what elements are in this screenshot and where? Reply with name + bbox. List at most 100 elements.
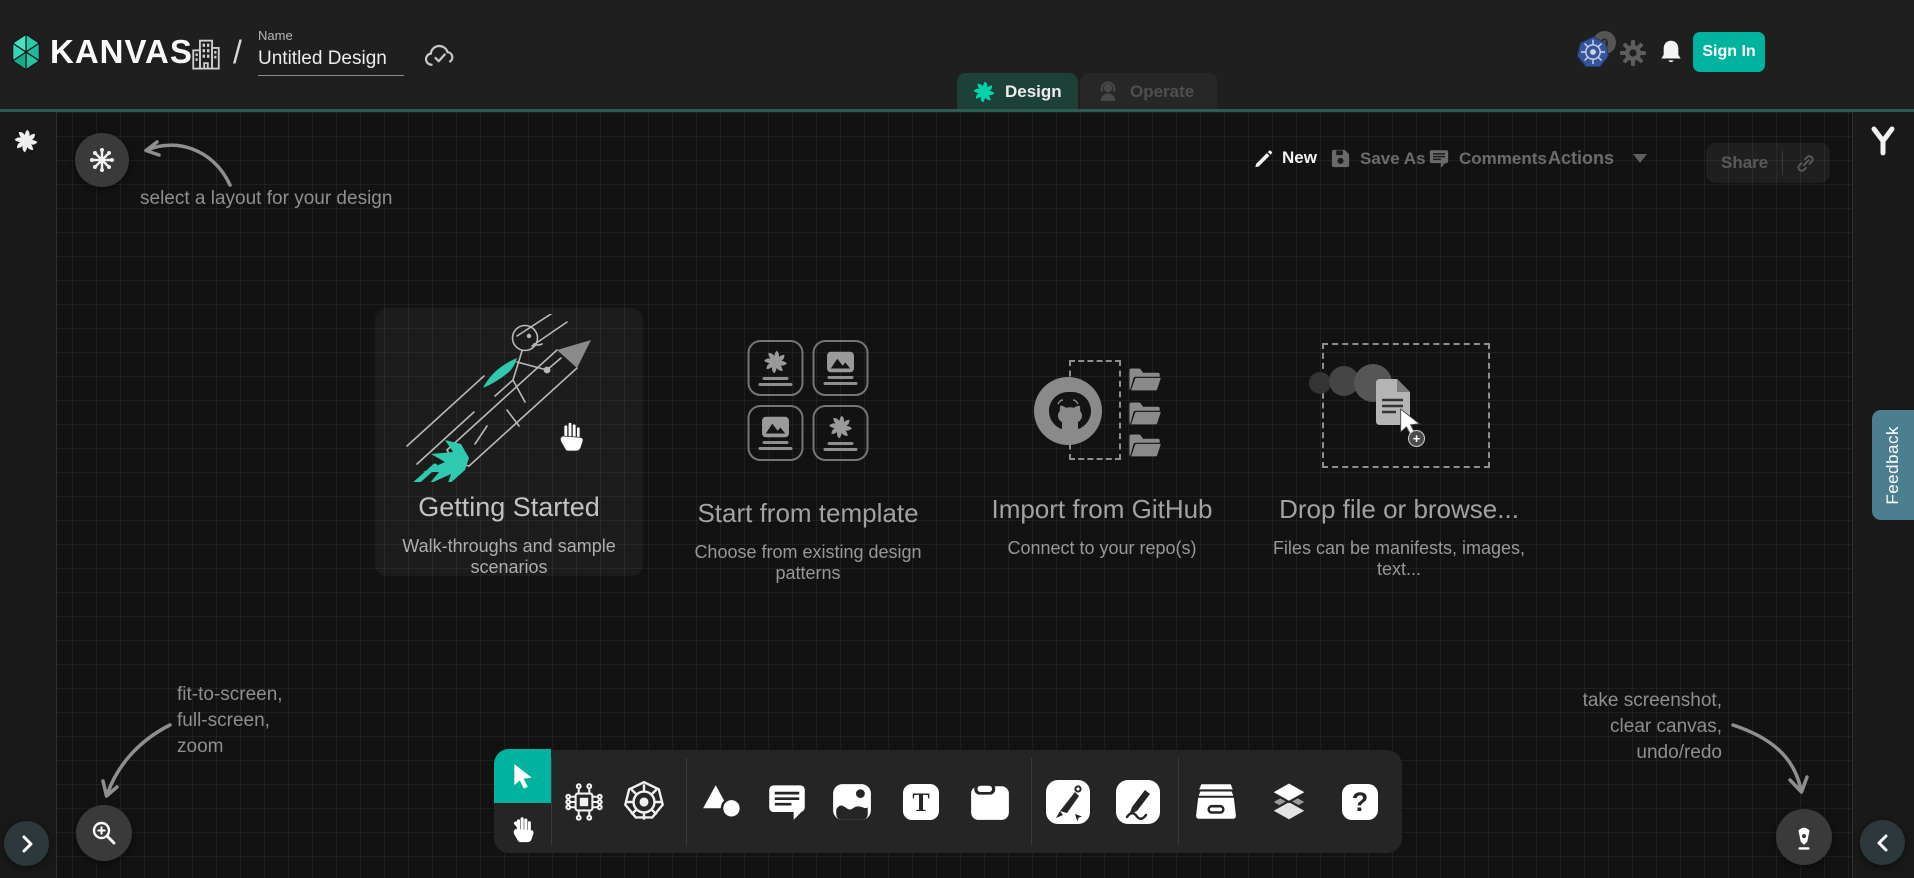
comments-icon [1428,148,1450,169]
cloud-sync-icon [423,42,457,68]
spiral-template-icon [764,350,788,374]
feedback-label: Feedback [1883,426,1903,505]
component-tool-button[interactable] [561,779,607,825]
kubernetes-context-switcher[interactable]: 0 [1576,34,1622,70]
link-icon [1796,154,1815,173]
hand-cursor-icon [557,420,585,452]
design-name-label: Name [258,28,404,43]
pan-tool-button[interactable] [494,803,551,854]
drawer-icon [1194,782,1238,822]
actions-menu-button[interactable]: Actions [1548,148,1647,169]
pencil-sketch-icon [1115,779,1161,825]
folder-icon [1128,400,1162,426]
notifications-bell-icon[interactable] [1658,38,1684,66]
svg-text:?: ? [1352,787,1369,817]
expand-left-panel-button[interactable] [4,821,49,866]
folder-icon [1128,366,1162,392]
image-tool-button[interactable] [829,779,875,825]
helm-wheel-icon [622,780,666,824]
question-mark-icon: ? [1340,782,1380,822]
feedback-tab[interactable]: Feedback [1872,410,1914,520]
save-as-label: Save As [1360,149,1426,169]
comments-button[interactable]: Comments [1428,148,1547,169]
chevron-right-icon [20,835,34,853]
help-tool-button[interactable]: ? [1337,779,1383,825]
kanvas-logo[interactable]: KANVAS [10,30,193,74]
text-tool-button[interactable]: T [898,779,944,825]
design-name-input[interactable] [258,46,404,76]
whiteboard-tools-button[interactable] [1776,809,1832,865]
share-button[interactable]: Share [1706,143,1830,183]
layers-tool-button[interactable] [1266,779,1312,825]
getting-started-card[interactable]: Getting Started Walk-throughs and sample… [375,308,643,576]
pen-path-icon [1045,779,1091,825]
import-from-github-card[interactable]: Import from GitHub Connect to your repo(… [975,308,1229,576]
template-tile [748,340,804,396]
operate-tab-icon [1096,80,1120,104]
comment-tool-button[interactable] [764,779,810,825]
drawer-tool-button[interactable] [1193,779,1239,825]
text-icon: T [901,782,941,822]
image-template-icon [827,351,855,373]
zoom-controls-button[interactable] [76,805,132,861]
design-tab-icon [973,81,995,103]
organization-icon[interactable] [190,37,222,71]
y-logo-icon [1869,126,1897,156]
kubernetes-tool-button[interactable] [621,779,667,825]
rocket-rider-illustration [389,314,629,482]
left-sidebar [0,112,57,878]
save-as-button[interactable]: Save As [1330,148,1426,169]
expand-right-panel-button[interactable] [1860,820,1905,865]
layout-select-button[interactable] [75,133,129,187]
kubernetes-icon [1576,36,1610,69]
card-subtitle: Files can be manifests, images, text... [1264,538,1534,580]
shapes-tool-button[interactable] [699,779,745,825]
design-name-field: Name [258,28,404,76]
screenshot-hint-arrow [1725,715,1815,805]
breadcrumb-separator: / [233,34,242,71]
pencil-icon [1253,148,1273,168]
layout-snowflake-icon [89,147,115,173]
start-from-template-card[interactable]: Start from template Choose from existing… [663,308,953,576]
tab-design-label: Design [1005,82,1062,102]
card-subtitle: Connect to your repo(s) [975,538,1229,559]
card-title: Getting Started [375,492,643,523]
sketch-tool-button[interactable] [1115,779,1161,825]
svg-text:T: T [912,788,929,817]
dock-divider [1031,758,1032,845]
shapes-icon [701,782,743,822]
tab-operate[interactable]: Operate [1080,73,1217,110]
comments-label: Comments [1459,149,1547,169]
pen-nib-icon [1791,823,1817,851]
select-tool-button[interactable] [494,749,551,803]
share-divider [1782,151,1783,175]
drop-file-card[interactable]: + Drop file or browse... Files can be ma… [1264,308,1534,576]
screenshot-hint-text: take screenshot, clear canvas, undo/redo [1560,688,1722,766]
save-icon [1330,148,1351,169]
pen-tool-button[interactable] [1045,779,1091,825]
template-tile [748,405,804,461]
app-header: KANVAS / Name [0,0,1914,110]
kanvas-app: KANVAS / Name [0,0,1914,878]
github-octocat-icon [1033,376,1103,446]
new-design-button[interactable]: New [1253,148,1317,168]
card-subtitle: Choose from existing design patterns [663,542,953,584]
actions-label: Actions [1548,148,1614,169]
select-cursor-icon [511,763,535,789]
drop-dot-small [1309,372,1331,394]
tab-design[interactable]: Design [957,73,1078,110]
kanvas-wordmark: KANVAS [50,33,193,71]
chevron-down-icon [1633,154,1647,163]
note-tool-button[interactable] [967,779,1013,825]
card-title: Drop file or browse... [1264,494,1534,525]
sign-in-button[interactable]: Sign In [1693,32,1765,72]
folder-icon [1128,432,1162,458]
settings-gear-icon[interactable] [1620,40,1646,66]
layout-hint-text: select a layout for your design [140,186,392,212]
dock-divider [551,758,552,845]
new-design-label: New [1282,148,1317,168]
spiral-template-icon [829,415,853,439]
dock-divider [686,758,687,845]
component-circuit-icon [563,781,605,823]
zoom-hint-text: fit-to-screen, full-screen, zoom [177,682,283,760]
